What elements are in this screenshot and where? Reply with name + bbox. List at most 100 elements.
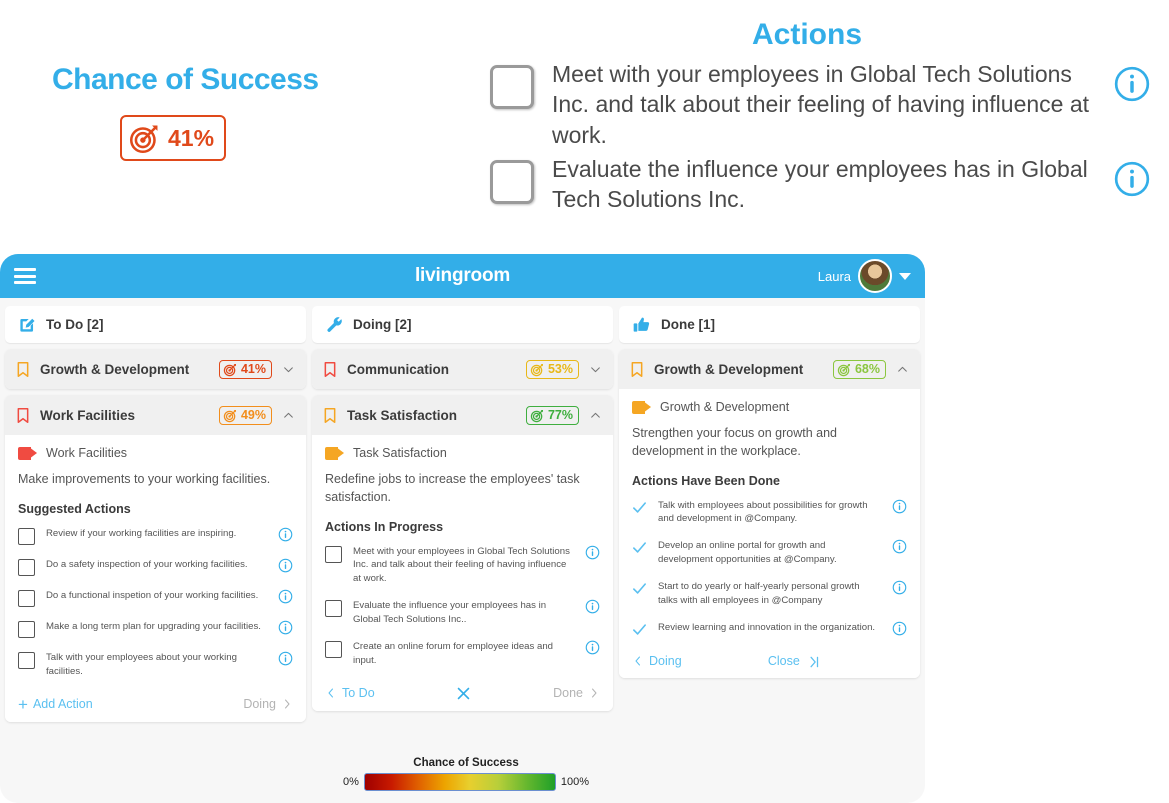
action-label: Review learning and innovation in the or… bbox=[658, 621, 876, 633]
footer-middle-label: Close bbox=[767, 653, 800, 668]
footer-next-label: Doing bbox=[243, 697, 276, 712]
action-list-item: Do a functional inspetion of your workin… bbox=[18, 589, 293, 607]
info-icon[interactable] bbox=[278, 651, 293, 666]
bookmark-icon bbox=[324, 407, 336, 423]
action-checkbox[interactable] bbox=[18, 620, 35, 638]
info-icon[interactable] bbox=[278, 527, 293, 542]
info-icon[interactable] bbox=[278, 589, 293, 604]
action-checkbox[interactable] bbox=[18, 527, 35, 545]
callout-action-checkbox[interactable] bbox=[490, 160, 534, 205]
action-list-item: Start to do yearly or half-yearly person… bbox=[632, 580, 907, 608]
legend-min-label: 0% bbox=[342, 776, 359, 788]
legend-title: Chance of Success bbox=[413, 757, 519, 769]
actions-section-title: Actions In Progress bbox=[325, 519, 444, 534]
footer-prev-button[interactable]: Doing bbox=[632, 654, 682, 668]
info-icon[interactable] bbox=[278, 558, 293, 573]
info-icon[interactable] bbox=[585, 640, 600, 655]
user-menu[interactable]: Laura bbox=[818, 259, 911, 293]
chevron-up-icon[interactable] bbox=[589, 409, 602, 422]
footer-middle-button[interactable] bbox=[375, 685, 553, 702]
info-icon[interactable] bbox=[892, 499, 907, 514]
action-list-item: Do a safety inspection of your working f… bbox=[18, 558, 293, 576]
action-checkbox[interactable] bbox=[18, 558, 35, 576]
action-checkbox[interactable] bbox=[325, 600, 342, 618]
bookmark-icon bbox=[631, 361, 643, 377]
tab-done[interactable]: Done [1] bbox=[619, 306, 920, 343]
action-list-item: Make a long term plan for upgrading your… bbox=[18, 620, 293, 638]
stack-card-footer: To Do Done bbox=[325, 681, 600, 702]
action-checkbox[interactable] bbox=[18, 589, 35, 607]
target-icon bbox=[530, 409, 543, 422]
bookmark-icon bbox=[17, 361, 29, 377]
info-icon[interactable] bbox=[585, 545, 600, 560]
footer-prev-button[interactable]: + Add Action bbox=[18, 696, 93, 713]
footer-prev-button[interactable]: To Do bbox=[325, 686, 375, 700]
info-icon[interactable] bbox=[892, 580, 907, 595]
category-tag: Growth & Development bbox=[632, 400, 907, 414]
info-icon[interactable] bbox=[1113, 160, 1151, 198]
chance-of-success-badge: 49% bbox=[218, 405, 272, 425]
stack-card-header[interactable]: Growth & Development 68% bbox=[619, 349, 920, 389]
action-list-item: Talk with employees about possibilities … bbox=[632, 499, 907, 527]
stack-title: Task Satisfaction bbox=[347, 407, 458, 423]
action-checkbox[interactable] bbox=[325, 641, 342, 659]
footer-middle-button[interactable]: Close bbox=[682, 654, 907, 669]
action-label: Review if your working facilities are in… bbox=[46, 527, 237, 539]
stack-card-header[interactable]: Work Facilities 49% bbox=[5, 395, 306, 435]
footer-prev-label: Add Action bbox=[32, 697, 93, 712]
chance-of-success-value: 77% bbox=[547, 407, 573, 422]
stack-title: Growth & Development bbox=[654, 361, 804, 377]
info-icon[interactable] bbox=[1113, 65, 1151, 103]
chevron-down-icon[interactable] bbox=[899, 272, 911, 280]
stack-description: Make improvements to your working facili… bbox=[18, 472, 271, 486]
target-icon bbox=[129, 125, 158, 154]
info-icon[interactable] bbox=[892, 621, 907, 636]
chance-of-success-value: 41% bbox=[240, 361, 266, 376]
stack-description: Strengthen your focus on growth and deve… bbox=[632, 426, 837, 458]
check-icon bbox=[633, 542, 646, 553]
info-icon[interactable] bbox=[585, 599, 600, 614]
stack-title: Growth & Development bbox=[40, 361, 190, 377]
action-list-item: Talk with your employees about your work… bbox=[18, 651, 293, 679]
chance-of-success-callout-title: Chance of Success bbox=[52, 63, 319, 96]
callout-action-row: Meet with your employees in Global Tech … bbox=[468, 57, 1169, 152]
hamburger-icon[interactable] bbox=[14, 268, 36, 284]
tab-label: To Do [2] bbox=[46, 317, 104, 332]
stack-card-footer: Doing Close bbox=[632, 650, 907, 669]
stack-card-header[interactable]: Growth & Development 41% bbox=[5, 349, 306, 389]
action-label: Start to do yearly or half-yearly person… bbox=[658, 581, 860, 607]
footer-next-button[interactable]: Doing bbox=[243, 697, 293, 711]
close-x-icon bbox=[458, 687, 470, 700]
tab-doing[interactable]: Doing [2] bbox=[312, 306, 613, 343]
callout-action-checkbox[interactable] bbox=[490, 65, 534, 109]
stack-description: Redefine jobs to increase the employees'… bbox=[325, 472, 580, 504]
chevron-up-icon[interactable] bbox=[896, 363, 909, 376]
action-label: Talk with employees about possibilities … bbox=[658, 499, 868, 525]
action-checkbox[interactable] bbox=[18, 651, 35, 669]
stack-card-header[interactable]: Task Satisfaction 77% bbox=[312, 395, 613, 435]
footer-next-button[interactable]: Done bbox=[553, 686, 600, 700]
tag-label: Task Satisfaction bbox=[353, 446, 447, 460]
chevron-down-icon[interactable] bbox=[282, 363, 295, 376]
chevron-up-icon[interactable] bbox=[282, 409, 295, 422]
actions-section-title: Suggested Actions bbox=[18, 501, 131, 516]
tab-label: Done [1] bbox=[661, 317, 715, 332]
board-column-2: Done [1] Growth & Development 68% Growth & … bbox=[619, 306, 920, 722]
tab-to[interactable]: To Do [2] bbox=[5, 306, 306, 343]
stack-card: Work Facilities 49% Work Facilities Make im… bbox=[5, 395, 306, 722]
category-tag: Task Satisfaction bbox=[325, 446, 600, 460]
tag-icon bbox=[632, 400, 651, 414]
action-list-item: Create an online forum for employee idea… bbox=[325, 640, 600, 668]
action-label: Create an online forum for employee idea… bbox=[353, 641, 553, 666]
info-icon[interactable] bbox=[892, 539, 907, 554]
actions-section-title: Actions Have Been Done bbox=[632, 473, 780, 488]
footer-next-label: Done bbox=[553, 686, 583, 701]
stack-card-header[interactable]: Communication 53% bbox=[312, 349, 613, 389]
stack-card-body: Work Facilities Make improvements to your… bbox=[5, 435, 306, 722]
legend-max-label: 100% bbox=[560, 776, 590, 788]
info-icon[interactable] bbox=[278, 620, 293, 635]
action-checkbox[interactable] bbox=[325, 545, 342, 563]
action-label: Talk with your employees about your work… bbox=[46, 651, 237, 677]
chevron-down-icon[interactable] bbox=[589, 363, 602, 376]
chance-of-success-badge: 41% bbox=[218, 359, 272, 379]
